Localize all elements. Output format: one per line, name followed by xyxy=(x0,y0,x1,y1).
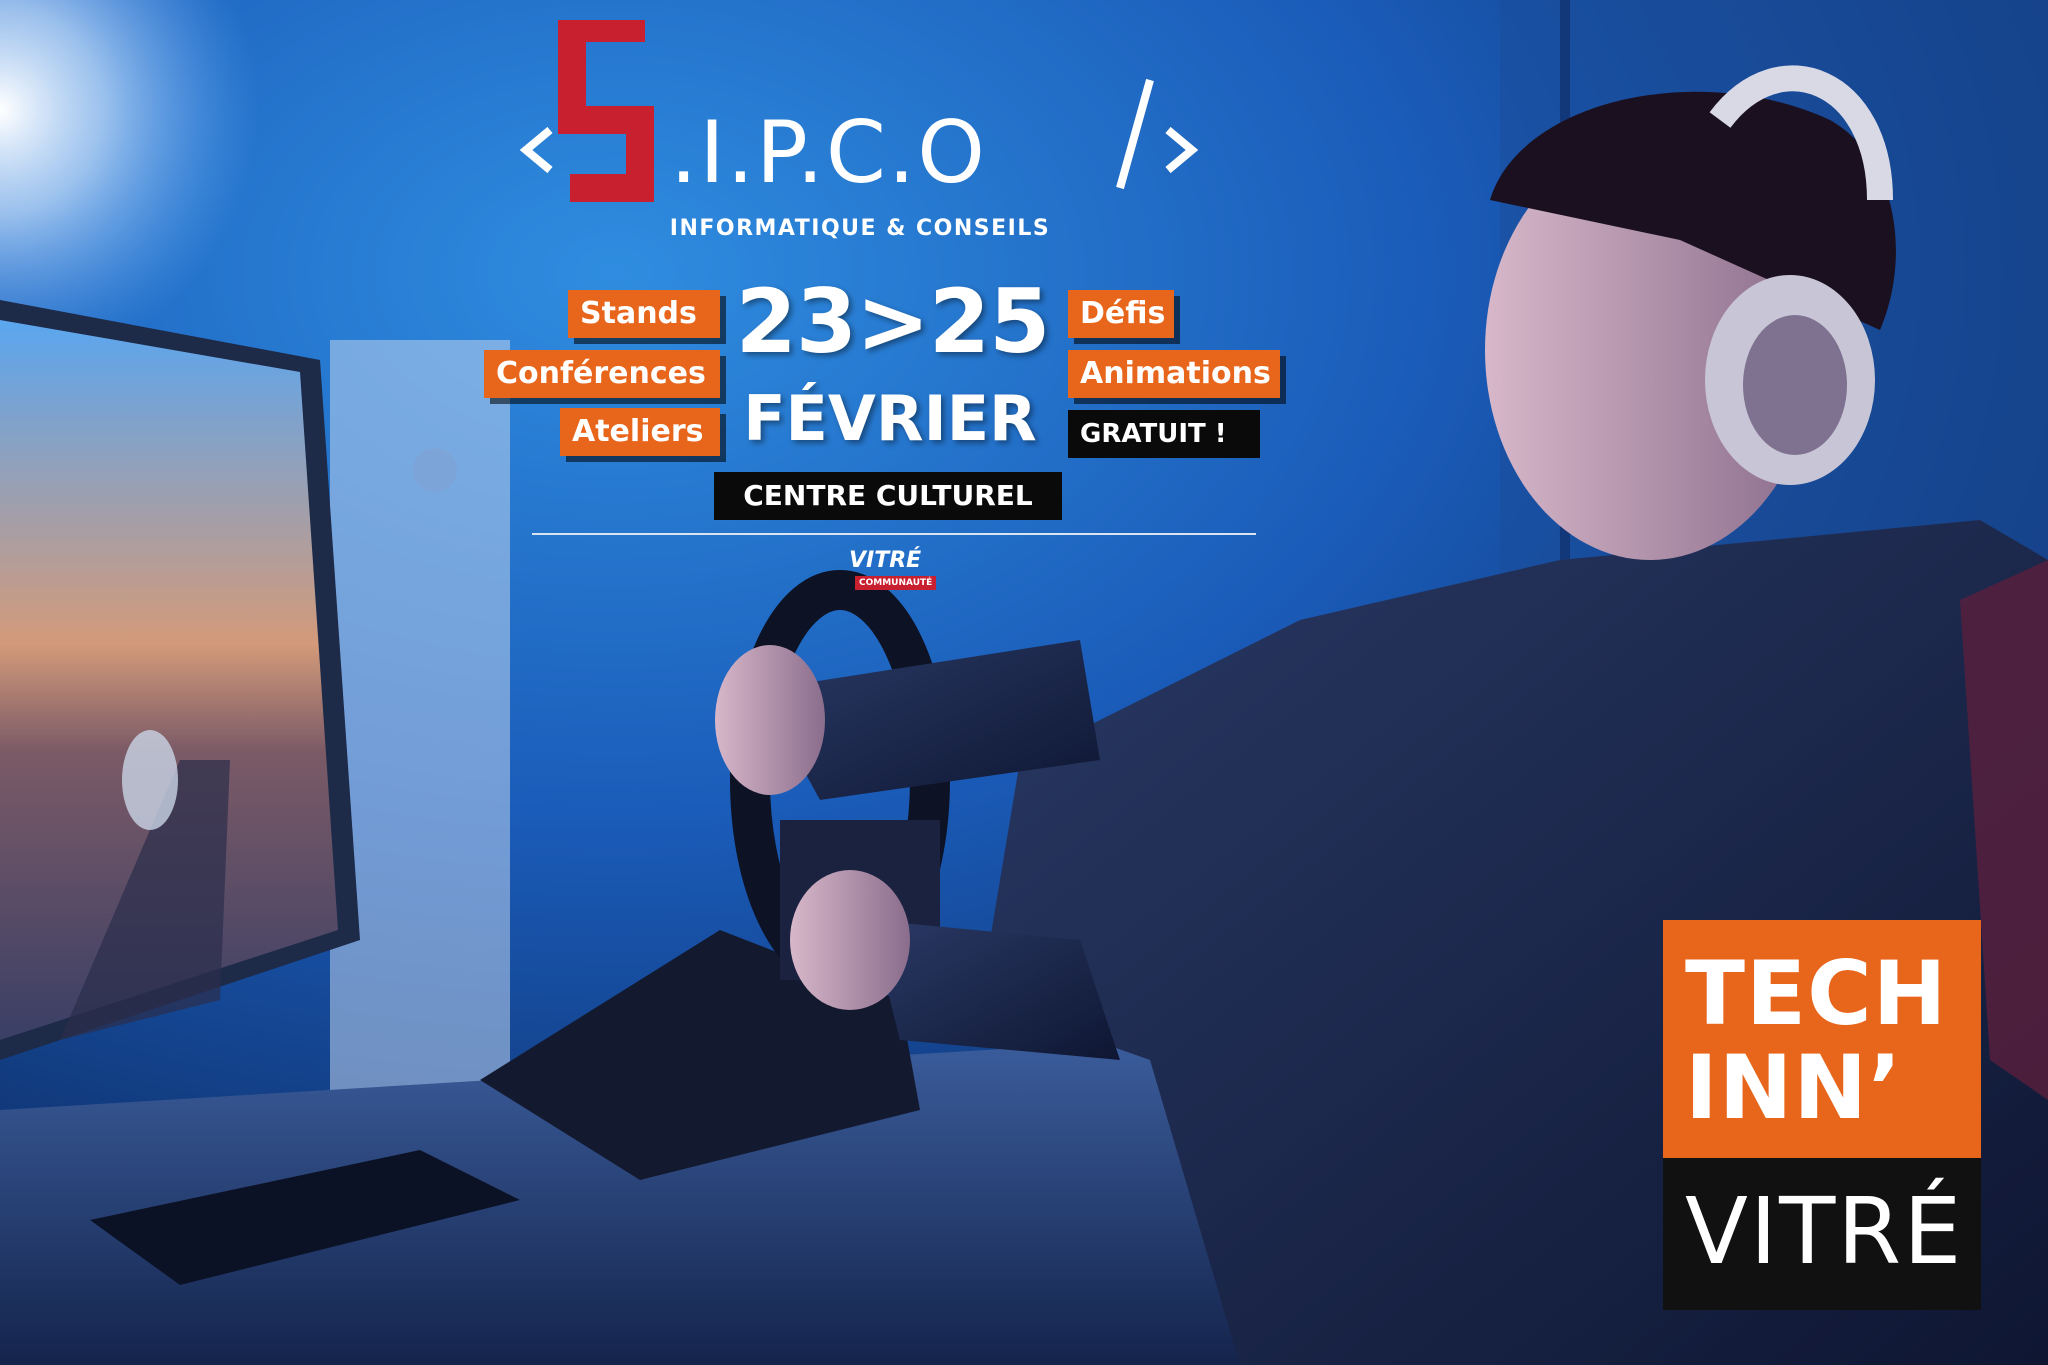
logo-letters: .I.P.C.O xyxy=(670,103,987,203)
tag-ateliers: Ateliers xyxy=(560,408,720,456)
venue-label: CENTRE CULTUREL xyxy=(714,472,1062,520)
tag-gratuit: GRATUIT ! xyxy=(1068,410,1260,458)
tag-animations: Animations xyxy=(1068,350,1280,398)
vitre-logo-name: VITRÉ xyxy=(849,548,922,573)
badge-line2: INN’ xyxy=(1685,1036,1903,1139)
tag-conferences: Conférences xyxy=(484,350,720,398)
tech-inn-vitre-badge: TECH INN’ VITRÉ xyxy=(1663,920,1981,1310)
tagline: INFORMATIQUE & CONSEILS xyxy=(669,216,1051,241)
badge-line3: VITRÉ xyxy=(1685,1178,1964,1285)
sipco-logo: .I.P.C.O INFORMATIQUE & CONSEILS xyxy=(519,14,1200,241)
vitre-communaute-logo: VITRÉ COMMUNAUTÉ xyxy=(845,548,937,604)
sipco-logo-text: .I.P.C.O xyxy=(670,108,987,198)
tag-stands: Stands xyxy=(568,290,720,338)
month: FÉVRIER xyxy=(743,382,1037,455)
divider xyxy=(532,533,1256,535)
vitre-logo-sub: COMMUNAUTÉ xyxy=(855,576,937,590)
date-range: 23>25 xyxy=(735,270,1051,373)
badge-line1: TECH xyxy=(1685,942,1948,1045)
tag-defis: Défis xyxy=(1068,290,1174,338)
